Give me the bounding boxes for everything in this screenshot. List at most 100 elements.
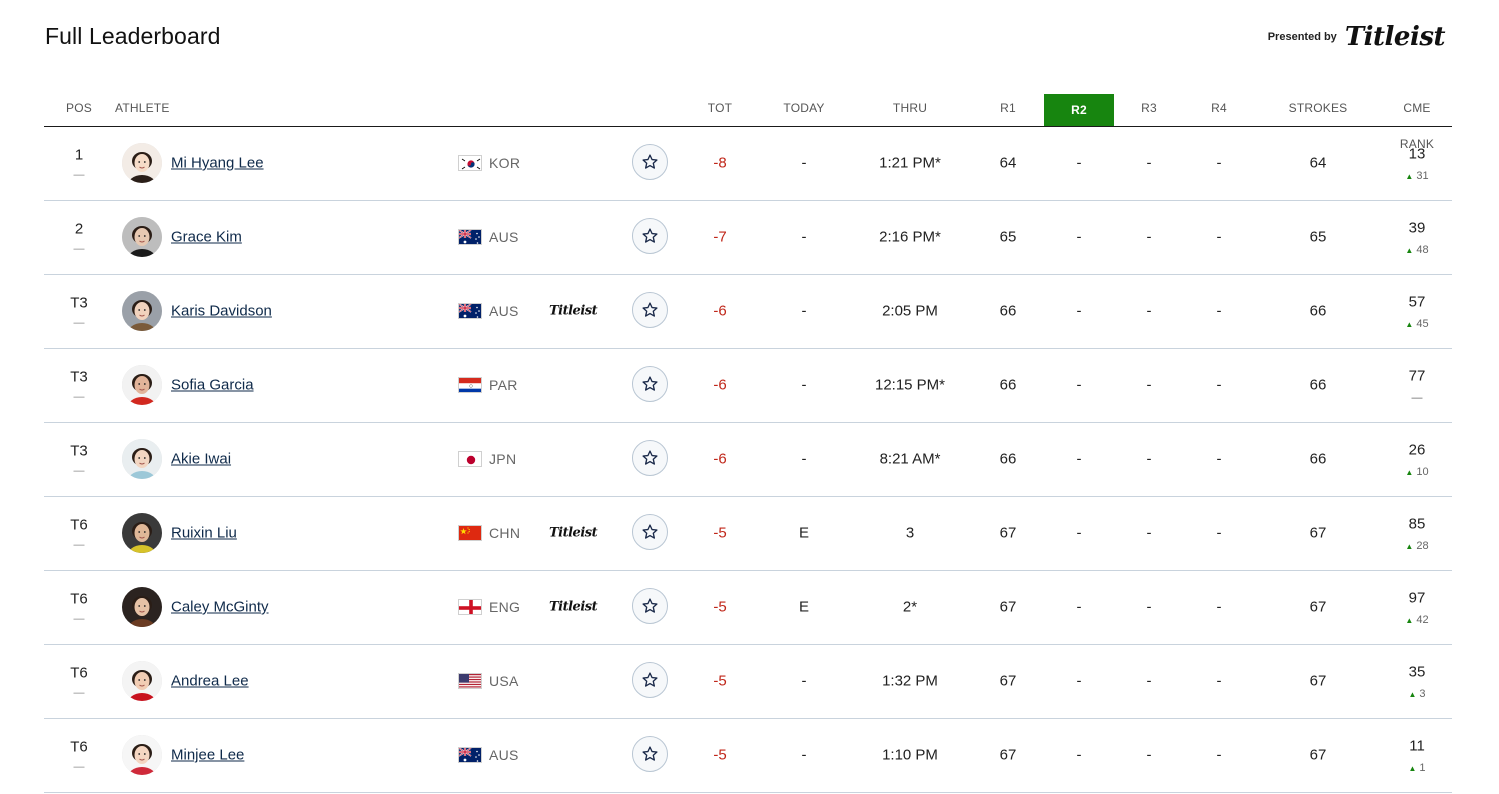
total-score: -6: [713, 302, 727, 320]
athlete-name-link[interactable]: Akie Iwai: [171, 451, 231, 468]
presented-by: Presented by Titleist: [1267, 22, 1446, 52]
cme-rank-change: ▲ 28: [1405, 540, 1428, 552]
cme-change-value: 3: [1419, 688, 1426, 700]
cme-rank-change: ▲ 42: [1405, 614, 1428, 626]
star-icon: [641, 523, 659, 541]
rank-up-icon: ▲: [1405, 320, 1414, 329]
athlete-name-link[interactable]: Grace Kim: [171, 229, 242, 246]
favorite-button[interactable]: [632, 366, 668, 402]
round-4-score: -: [1216, 746, 1222, 764]
today-score: -: [801, 672, 807, 690]
favorite-button[interactable]: [632, 144, 668, 180]
cme-rank-change: ▲ 48: [1405, 244, 1428, 256]
favorite-button[interactable]: [632, 662, 668, 698]
total-score: -5: [713, 746, 727, 764]
total-strokes: 67: [1309, 524, 1327, 542]
favorite-button[interactable]: [632, 588, 668, 624]
round-4-score: -: [1216, 302, 1222, 320]
rank-up-icon: ▲: [1405, 172, 1414, 181]
thru-value: 3: [905, 524, 915, 542]
table-row: T3 — Sofia Garcia PAR -6 - 12:15 PM* 66 - - - 66 77 —: [44, 349, 1452, 423]
today-score: E: [798, 524, 810, 542]
cme-rank-change: ▲ 1: [1408, 762, 1425, 774]
col-cme-rank[interactable]: CME RANK: [1400, 90, 1435, 151]
round-4-score: -: [1216, 450, 1222, 468]
athlete-name-link[interactable]: Mi Hyang Lee: [171, 155, 264, 172]
position: T3: [70, 442, 88, 460]
today-score: -: [801, 376, 807, 394]
col-today[interactable]: TODAY: [783, 90, 824, 126]
col-thru[interactable]: THRU: [893, 90, 927, 126]
today-score: -: [801, 302, 807, 320]
round-3-score: -: [1146, 524, 1152, 542]
round-3-score: -: [1146, 228, 1152, 246]
country-code: USA: [489, 673, 519, 689]
chn-flag-icon: [458, 525, 482, 541]
country-code: AUS: [489, 229, 519, 245]
col-r1[interactable]: R1: [1000, 90, 1016, 126]
favorite-button[interactable]: [632, 218, 668, 254]
col-athlete[interactable]: ATHLETE: [115, 90, 170, 126]
favorite-button[interactable]: [632, 440, 668, 476]
star-icon: [641, 449, 659, 467]
avatar: [122, 365, 162, 405]
round-2-score: -: [1076, 302, 1082, 320]
position: T6: [70, 664, 88, 682]
rank-up-icon: ▲: [1408, 764, 1417, 773]
cme-rank: 57: [1408, 293, 1426, 311]
col-r4[interactable]: R4: [1211, 90, 1227, 126]
round-3-score: -: [1146, 450, 1152, 468]
total-score: -6: [713, 450, 727, 468]
athlete-name-link[interactable]: Karis Davidson: [171, 303, 272, 320]
athlete-name-link[interactable]: Ruixin Liu: [171, 525, 237, 542]
kor-flag-icon: [458, 155, 482, 171]
total-strokes: 67: [1309, 598, 1327, 616]
favorite-button[interactable]: [632, 292, 668, 328]
cme-rank: 11: [1409, 737, 1425, 755]
position: T6: [70, 516, 88, 534]
titleist-logo[interactable]: Titleist: [1345, 22, 1446, 52]
round-1-score: 67: [999, 598, 1017, 616]
avatar: [122, 513, 162, 553]
position: T3: [70, 368, 88, 386]
cme-change-value: 1: [1419, 762, 1426, 774]
jpn-flag-icon: [458, 451, 482, 467]
favorite-button[interactable]: [632, 514, 668, 550]
col-tot[interactable]: TOT: [708, 90, 732, 126]
athlete-name-link[interactable]: Minjee Lee: [171, 747, 244, 764]
table-header: POS ATHLETE TOT TODAY THRU R1 R2 R3 R4 S…: [44, 90, 1452, 151]
today-score: -: [801, 154, 807, 172]
presented-by-label: Presented by: [1267, 31, 1337, 43]
thru-value: 12:15 PM*: [874, 376, 946, 394]
total-strokes: 66: [1309, 450, 1327, 468]
col-strokes[interactable]: STROKES: [1289, 90, 1348, 126]
cme-rank: 26: [1408, 441, 1426, 459]
star-icon: [641, 375, 659, 393]
round-2-score: -: [1076, 672, 1082, 690]
round-2-score: -: [1076, 746, 1082, 764]
position: T6: [70, 738, 88, 756]
cme-change-value: 10: [1416, 466, 1429, 478]
athlete-name-link[interactable]: Sofia Garcia: [171, 377, 254, 394]
position: T6: [70, 590, 88, 608]
cme-rank: 77: [1408, 367, 1426, 385]
cme-change-value: 28: [1416, 540, 1429, 552]
round-2-score: -: [1076, 524, 1082, 542]
round-3-score: -: [1146, 746, 1152, 764]
athlete-name-link[interactable]: Caley McGinty: [171, 599, 269, 616]
col-r2[interactable]: R2: [1044, 94, 1114, 126]
round-1-score: 64: [999, 154, 1017, 172]
position-move: —: [73, 391, 85, 403]
round-1-score: 67: [999, 524, 1017, 542]
page-title: Full Leaderboard: [45, 23, 221, 49]
athlete-name-link[interactable]: Andrea Lee: [171, 673, 249, 690]
table-row: T3 — Akie Iwai JPN -6 - 8:21 AM* 66 - - - 66 26 ▲ 10: [44, 423, 1452, 497]
col-pos[interactable]: POS: [66, 90, 92, 126]
round-2-score: -: [1076, 376, 1082, 394]
aus-flag-icon: [458, 747, 482, 763]
star-icon: [641, 153, 659, 171]
col-r3[interactable]: R3: [1141, 90, 1157, 126]
round-2-score: -: [1076, 450, 1082, 468]
favorite-button[interactable]: [632, 736, 668, 772]
position-move: —: [73, 317, 85, 329]
